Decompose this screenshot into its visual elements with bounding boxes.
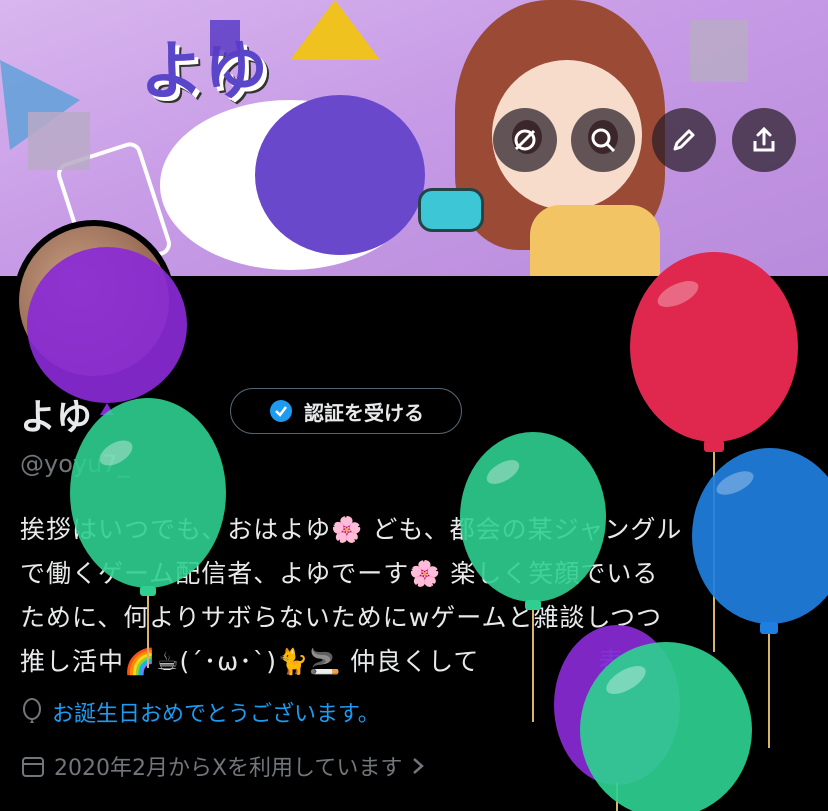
search-icon: [591, 128, 616, 153]
banner-censor-block: [690, 20, 748, 82]
banner-censor-block: [28, 112, 90, 170]
birthday-row: お誕生日おめでとうございます。: [20, 696, 380, 728]
banner-logo: よゆ: [140, 35, 268, 109]
banner-hedgehog-head: [255, 95, 425, 255]
edit-icon: [673, 129, 695, 151]
birthday-text: お誕生日おめでとうございます。: [52, 702, 380, 727]
mute-icon: [514, 129, 536, 151]
share-button[interactable]: [732, 108, 796, 172]
calendar-icon: [22, 757, 44, 777]
balloon-green: [580, 642, 752, 811]
verified-badge-icon: [270, 400, 292, 422]
chevron-right-icon: [413, 758, 425, 774]
share-icon: [753, 126, 775, 152]
banner-controller-illustration: [418, 188, 484, 232]
get-verified-button[interactable]: 認証を受ける: [230, 388, 462, 434]
joined-row[interactable]: 2020年2月からXを利用しています: [20, 750, 426, 782]
balloon-green: [70, 398, 226, 668]
get-verified-label: 認証を受ける: [304, 400, 424, 425]
mute-button[interactable]: [493, 108, 557, 172]
banner-censor-block: [210, 20, 240, 56]
search-button[interactable]: [571, 108, 635, 172]
joined-text: 2020年2月からXを利用しています: [54, 756, 403, 781]
balloon-icon: [23, 698, 41, 723]
banner-triangle-decoration: [290, 0, 380, 60]
edit-button[interactable]: [652, 108, 716, 172]
